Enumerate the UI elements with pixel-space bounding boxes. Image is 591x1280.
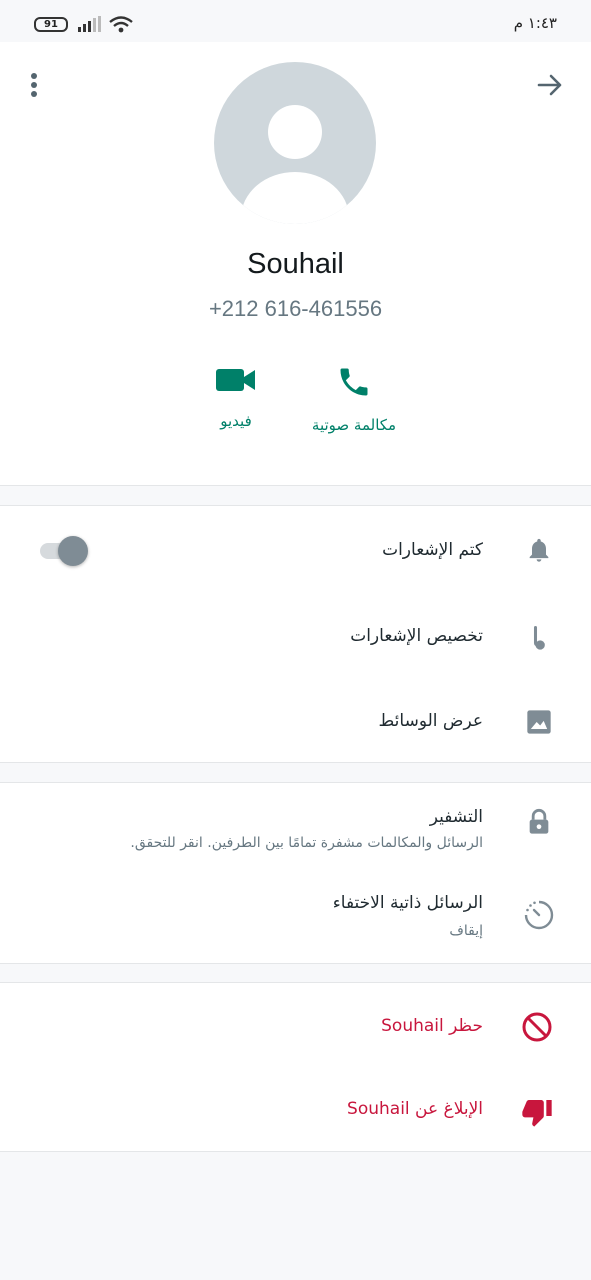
- view-media-row[interactable]: عرض الوسائط: [0, 680, 591, 764]
- phone-icon: [340, 368, 368, 396]
- battery-indicator: 91: [34, 17, 68, 32]
- video-camera-icon: [216, 369, 255, 391]
- voice-call-button[interactable]: مكالمة صوتية: [294, 364, 414, 454]
- image-icon: [527, 710, 551, 734]
- custom-notifications-row[interactable]: تخصيص الإشعارات: [0, 594, 591, 680]
- disappearing-messages-value: إيقاف: [449, 923, 483, 939]
- mute-notifications-label: كتم الإشعارات: [382, 540, 483, 560]
- disappearing-messages-title: الرسائل ذاتية الاختفاء: [332, 893, 483, 913]
- video-call-button[interactable]: فيديو: [176, 364, 296, 454]
- music-note-icon: [533, 625, 545, 650]
- timer-icon: [524, 900, 554, 930]
- encryption-description: الرسائل والمكالمات مشفرة تمامًا بين الطر…: [130, 835, 483, 851]
- security-section: التشفير الرسائل والمكالمات مشفرة تمامًا …: [0, 782, 591, 964]
- contact-name: Souhail: [247, 248, 344, 280]
- voice-call-label: مكالمة صوتية: [311, 416, 397, 434]
- notifications-section: كتم الإشعارات تخصيص الإشعارات عرض الوسائ…: [0, 505, 591, 763]
- encryption-title: التشفير: [429, 807, 483, 827]
- signal-icon: [78, 16, 101, 32]
- back-arrow-icon[interactable]: [535, 70, 565, 100]
- more-options-icon[interactable]: [22, 70, 46, 100]
- report-contact-row[interactable]: الإبلاغ عن Souhail: [0, 1069, 591, 1153]
- view-media-label: عرض الوسائط: [378, 711, 483, 731]
- mute-notifications-toggle[interactable]: [40, 533, 90, 567]
- wifi-icon: [109, 16, 133, 33]
- status-time: ١:٤٣ م: [513, 14, 557, 32]
- thumbs-down-icon: [522, 1100, 552, 1127]
- encryption-row[interactable]: التشفير الرسائل والمكالمات مشفرة تمامًا …: [0, 783, 591, 871]
- toggle-knob: [58, 536, 88, 566]
- danger-section: حظر Souhail الإبلاغ عن Souhail: [0, 982, 591, 1152]
- report-contact-label: الإبلاغ عن Souhail: [347, 1099, 483, 1119]
- mute-notifications-row[interactable]: كتم الإشعارات: [0, 506, 591, 594]
- contact-phone: +212 616-461556: [208, 296, 383, 321]
- lock-icon: [529, 808, 549, 834]
- contact-header: Souhail +212 616-461556 فيديو مكالمة صوت…: [0, 42, 591, 486]
- video-call-label: فيديو: [220, 412, 252, 430]
- block-icon: [522, 1012, 552, 1042]
- custom-notifications-label: تخصيص الإشعارات: [350, 626, 483, 646]
- contact-avatar[interactable]: [214, 62, 376, 224]
- status-bar: 91 ١:٤٣ م: [0, 0, 591, 42]
- bell-icon: [529, 538, 549, 562]
- disappearing-messages-row[interactable]: الرسائل ذاتية الاختفاء إيقاف: [0, 871, 591, 965]
- block-contact-row[interactable]: حظر Souhail: [0, 983, 591, 1069]
- block-contact-label: حظر Souhail: [381, 1016, 483, 1036]
